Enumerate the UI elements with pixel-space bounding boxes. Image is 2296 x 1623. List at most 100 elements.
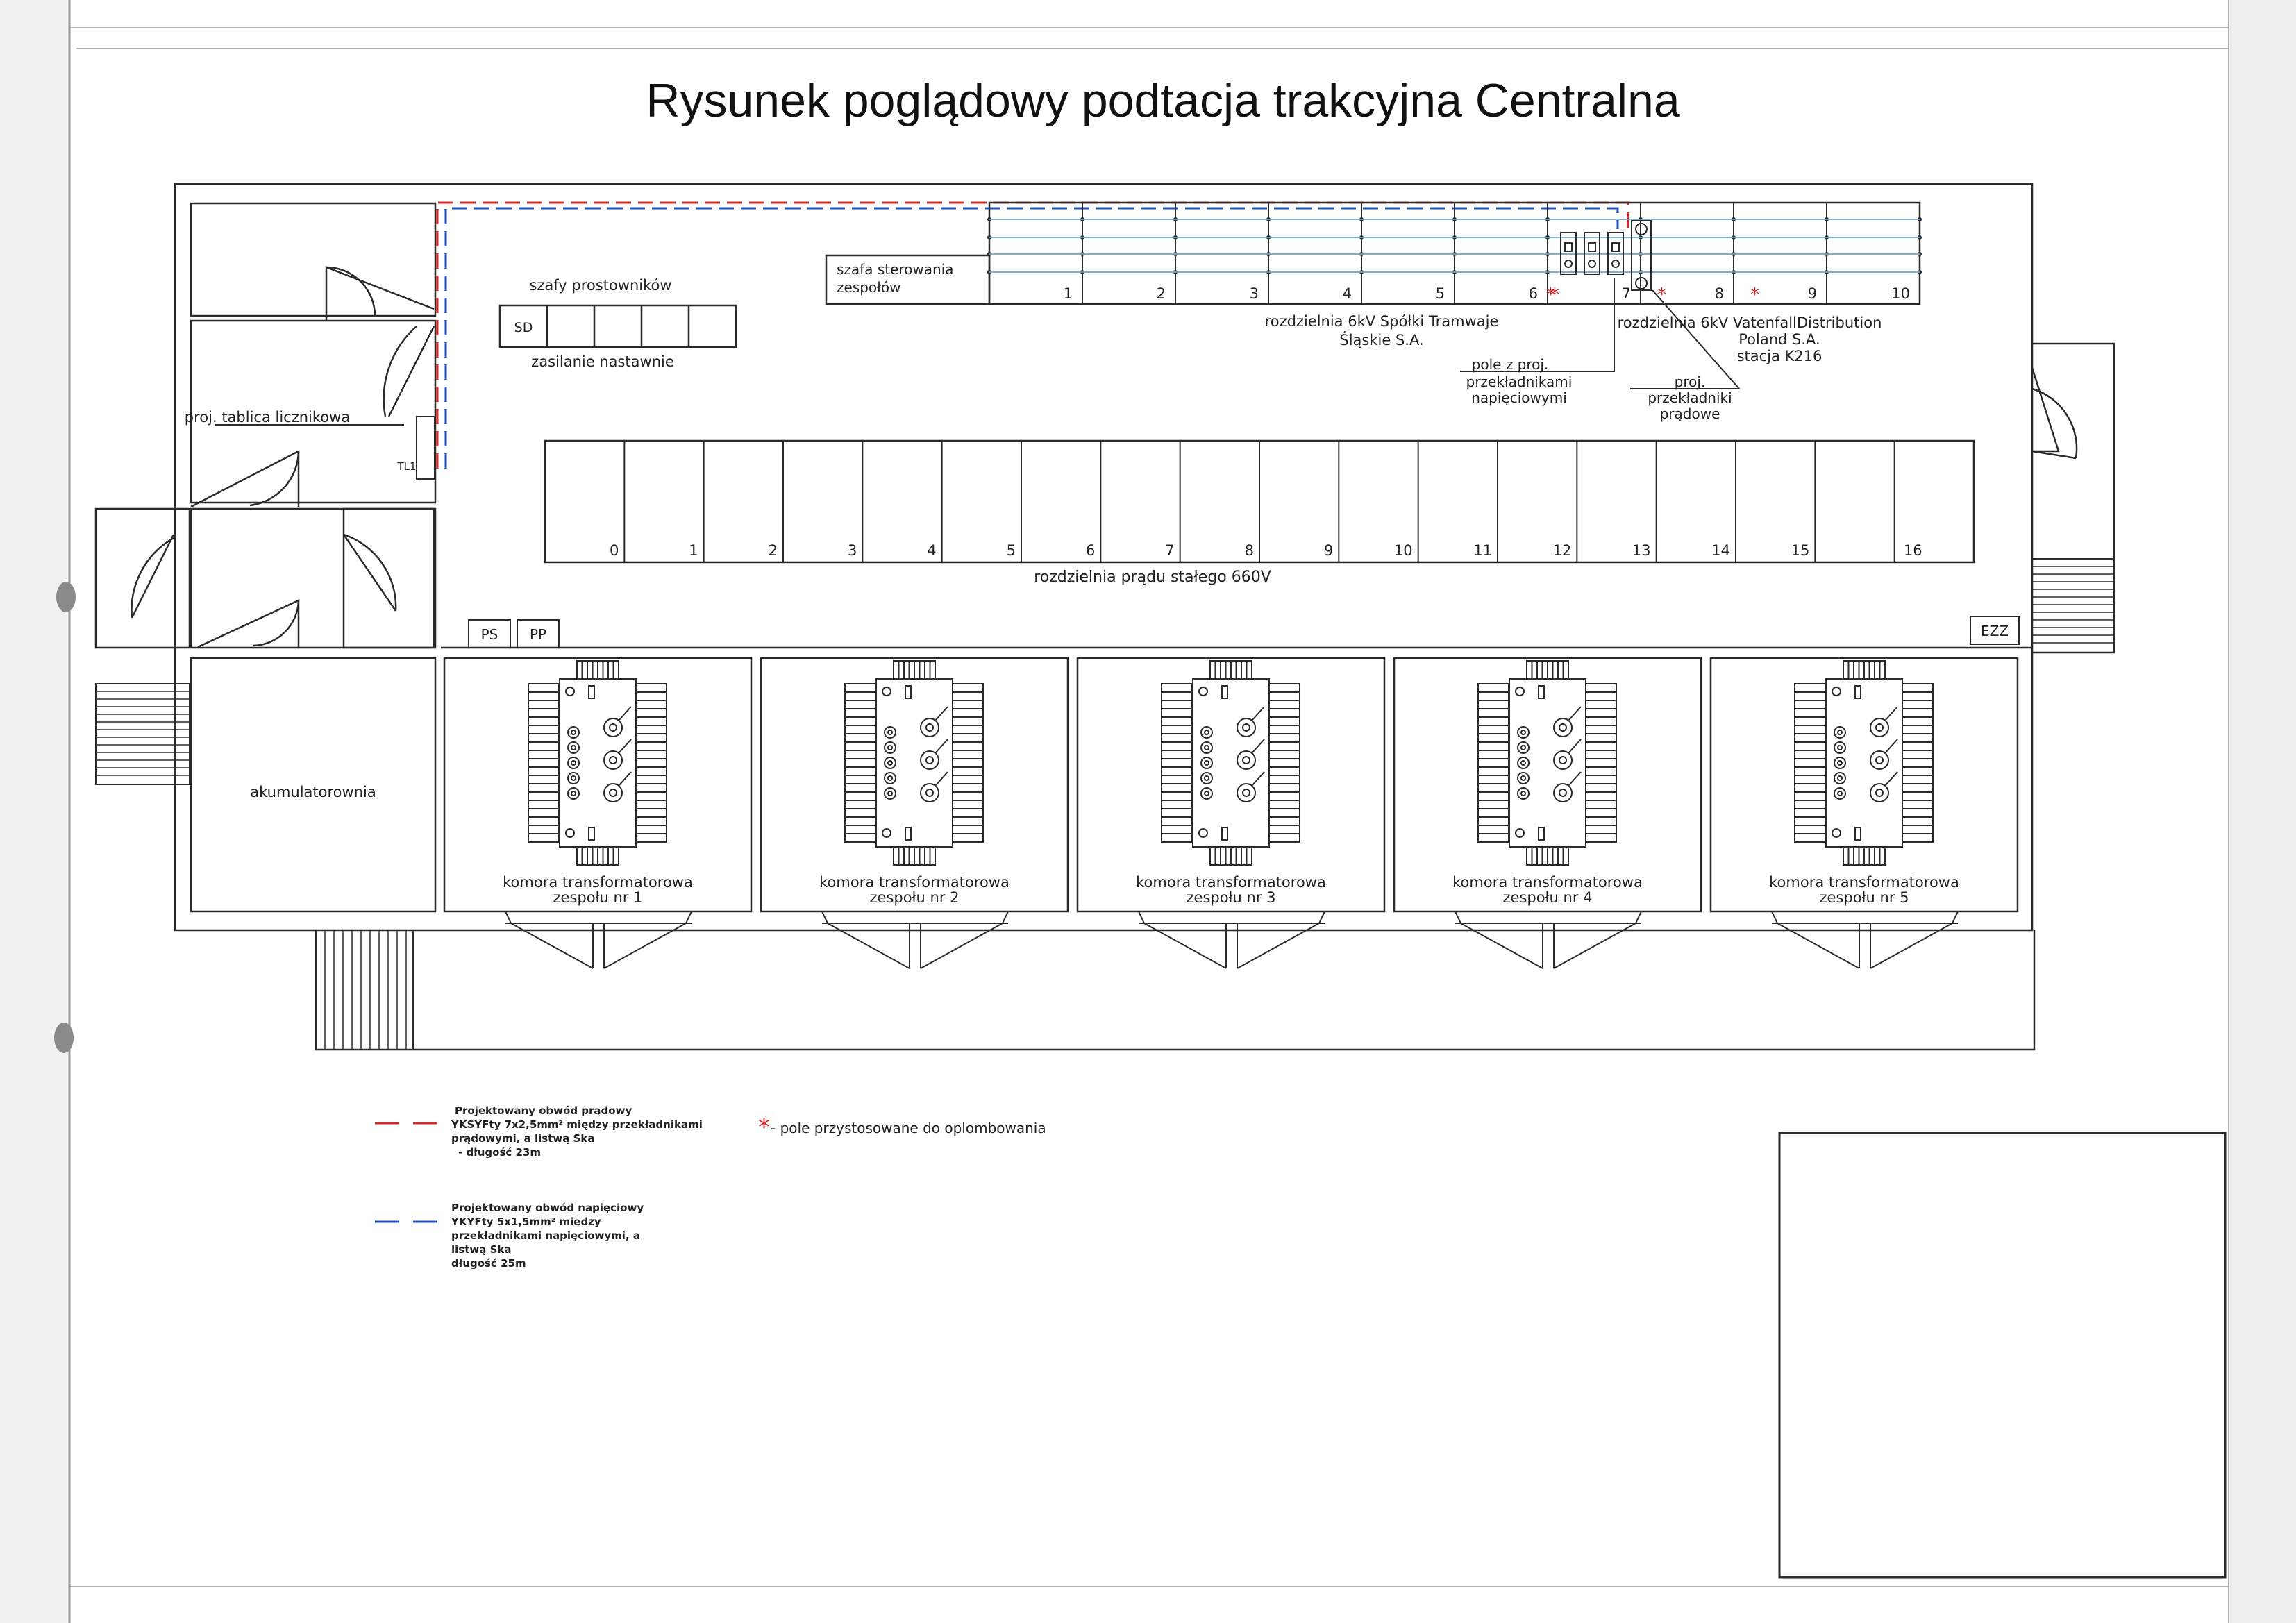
cable-route-current xyxy=(436,201,1629,469)
legend-current-line3: prądowymi, a listwą Ska xyxy=(451,1132,594,1145)
bushing-terminal xyxy=(1834,787,1846,800)
hv-bushing xyxy=(1870,718,1889,737)
floor-plan-drawing: Rysunek poglądowy podtacja trakcyjna Cen… xyxy=(0,0,2296,1623)
label-akumulatorownia: akumulatorownia xyxy=(250,784,376,800)
label-szafy-prostownikow: szafy prostowników xyxy=(529,277,671,294)
bushing-terminal xyxy=(1834,726,1846,739)
chamber-double-door xyxy=(1138,911,1325,969)
transformer-chamber-5 xyxy=(1794,660,1934,866)
binding-edge xyxy=(0,0,69,1623)
bushing-terminal xyxy=(1834,741,1846,754)
legend-current-circuit: Projektowany obwód prądowy YKSYFty 7x2,5… xyxy=(375,1104,703,1159)
chamber-label-line2: zespołu nr 5 xyxy=(1820,889,1909,906)
stairs-right xyxy=(2031,558,2115,653)
bushing-terminal xyxy=(1517,757,1530,769)
bushing-terminal xyxy=(1200,726,1213,739)
label-tl1: TL1 xyxy=(396,460,416,473)
hv-bushing xyxy=(920,718,939,737)
sealed-field-mark: * xyxy=(1750,285,1759,305)
legend-voltage-line5: długość 25m xyxy=(451,1257,526,1270)
bushing-terminal xyxy=(1517,726,1530,739)
dc-field-number: 12 xyxy=(1553,542,1572,559)
chamber-double-door xyxy=(505,911,692,969)
bushing-terminal xyxy=(1517,772,1530,784)
bushing-terminal xyxy=(567,726,580,739)
label-szafa-sterowania-line1: szafa sterowania xyxy=(837,261,954,278)
bushing-terminal xyxy=(884,726,896,739)
meter-board-tl1 xyxy=(416,416,435,480)
legend-voltage-circuit: Projektowany obwód napięciowy YKYFty 5x1… xyxy=(375,1202,644,1270)
dc-field-number: 4 xyxy=(927,542,936,559)
bushing-terminal xyxy=(1517,741,1530,754)
cable-route-voltage xyxy=(444,207,1619,469)
bushing-terminal xyxy=(1200,757,1213,769)
chamber-label-line1: komora transformatorowa xyxy=(1452,874,1643,891)
radiator-right xyxy=(1585,683,1617,843)
dc-field-number: 14 xyxy=(1711,542,1730,559)
bushing-terminal xyxy=(1200,787,1213,800)
dc-field-number: 10 xyxy=(1394,542,1413,559)
hv-bushing xyxy=(1870,750,1889,770)
legend-sealing-star: * xyxy=(758,1113,770,1141)
radiator-left xyxy=(1161,683,1193,843)
legend-sealing: * - pole przystosowane do oplombowania xyxy=(758,1113,1046,1141)
hv-bushing xyxy=(603,750,623,770)
chamber-label-line1: komora transformatorowa xyxy=(1136,874,1326,891)
transformer-chamber-4 xyxy=(1477,660,1617,866)
legend-current-line2: YKSYFty 7x2,5mm² między przekładnikami xyxy=(451,1118,703,1131)
radiator-right xyxy=(1902,683,1934,843)
sheet-border xyxy=(53,27,2253,1587)
dc-field-number: 6 xyxy=(1086,542,1095,559)
radiator-left xyxy=(1794,683,1826,843)
rectifier-cabinets xyxy=(498,304,737,348)
dc-field-number: 7 xyxy=(1165,542,1174,559)
transformer-chamber-2 xyxy=(844,660,984,866)
chamber-label-line1: komora transformatorowa xyxy=(503,874,693,891)
dc-field-number: 3 xyxy=(848,542,857,559)
label-pp: PP xyxy=(530,626,546,643)
label-ps: PS xyxy=(481,626,498,643)
switchgear-6kv-field-number: 8 xyxy=(1715,285,1724,302)
right-edge xyxy=(2229,0,2296,1623)
dc-field-number: 11 xyxy=(1473,542,1492,559)
dc-field-number: 0 xyxy=(610,542,619,559)
label-szafa-sterowania-line2: zespołów xyxy=(837,279,900,296)
hv-bushing xyxy=(1870,783,1889,802)
dc-field-number: 5 xyxy=(1007,542,1016,559)
chamber-label-line1: komora transformatorowa xyxy=(1769,874,1959,891)
dc-field-number: 15 xyxy=(1791,542,1810,559)
legend-voltage-line2: YKYFty 5x1,5mm² między xyxy=(451,1216,601,1228)
transformer-chamber-3 xyxy=(1161,660,1300,866)
chamber-double-door xyxy=(1771,911,1959,969)
chamber-label-line2: zespołu nr 4 xyxy=(1503,889,1593,906)
switchgear-6kv-field-number: 7 xyxy=(1622,285,1631,302)
chamber-label-line2: zespołu nr 1 xyxy=(553,889,643,906)
chamber-double-door xyxy=(821,911,1009,969)
label-przekladniki-pradowe-line3: prądowe xyxy=(1660,405,1720,422)
switchgear-6kv-field-number: 2 xyxy=(1157,285,1166,302)
bushing-terminal xyxy=(1200,741,1213,754)
legend-voltage-line1: Projektowany obwód napięciowy xyxy=(451,1202,644,1214)
hv-bushing xyxy=(603,718,623,737)
title-block xyxy=(1778,1132,2227,1579)
bushing-terminal xyxy=(1834,757,1846,769)
switchgear-6kv-field-number: 3 xyxy=(1250,285,1259,302)
switchgear-6kv-field-number: 1 xyxy=(1064,285,1073,302)
dc-field-number: 16 xyxy=(1904,542,1922,559)
stairs-bottom xyxy=(315,930,414,1050)
hv-bushing xyxy=(1553,750,1573,770)
label-pole-przekladnikami-line2: przekładnikami xyxy=(1466,373,1573,390)
label-rozdzielnia-tramwaje-line2: Śląskie S.A. xyxy=(1339,331,1423,348)
drawing-title: Rysunek poglądowy podtacja trakcyjna Cen… xyxy=(646,74,1679,127)
hv-bushing xyxy=(1237,783,1256,802)
legend-current-line1: Projektowany obwód prądowy xyxy=(455,1104,632,1117)
bushing-terminal xyxy=(567,787,580,800)
legend-current-line4: - długość 23m xyxy=(458,1146,541,1159)
label-przekladniki-pradowe-line2: przekładniki xyxy=(1648,389,1732,406)
bushing-terminal xyxy=(567,772,580,784)
sealed-field-mark: * xyxy=(1657,285,1666,305)
hv-bushing xyxy=(1553,783,1573,802)
radiator-right xyxy=(952,683,984,843)
hv-bushing xyxy=(1553,718,1573,737)
chamber-double-door xyxy=(1455,911,1642,969)
